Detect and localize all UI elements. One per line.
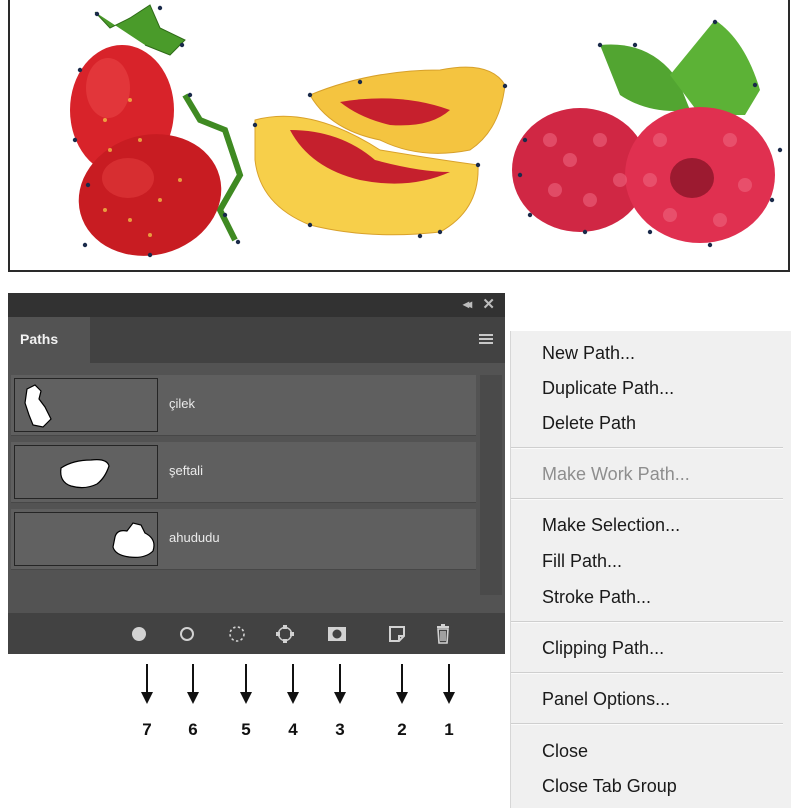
callout-number: 1 xyxy=(444,720,454,739)
menu-divider xyxy=(511,723,783,725)
menu-item-duplicate-path[interactable]: Duplicate Path... xyxy=(542,378,674,399)
callout-number: 5 xyxy=(241,720,251,739)
path-thumbnail xyxy=(14,445,158,499)
path-thumbnail xyxy=(14,512,158,566)
scrollbar[interactable] xyxy=(480,375,502,595)
menu-item-close-tab-group[interactable]: Close Tab Group xyxy=(542,776,677,797)
menu-divider xyxy=(511,498,783,500)
path-name: ahududu xyxy=(169,530,220,545)
paths-panel: ◂◂ ✕ Paths çilek şeftali ahududu xyxy=(8,293,505,654)
panel-tab-row: Paths xyxy=(8,317,505,363)
path-name: şeftali xyxy=(169,463,203,478)
close-icon[interactable]: ✕ xyxy=(482,295,495,313)
callout-number: 6 xyxy=(188,720,198,739)
menu-divider xyxy=(511,621,783,623)
arrow-down-icon xyxy=(240,664,252,704)
callout-number: 2 xyxy=(397,720,407,739)
collapse-icon[interactable]: ◂◂ xyxy=(463,297,472,311)
strawberry-image xyxy=(70,4,244,258)
path-row-cilek[interactable]: çilek xyxy=(11,375,476,436)
fruit-image xyxy=(8,0,790,272)
menu-item-panel-options[interactable]: Panel Options... xyxy=(542,689,670,710)
path-row-seftali[interactable]: şeftali xyxy=(11,442,476,503)
callout-number: 3 xyxy=(335,720,345,739)
paths-flyout-menu: New Path... Duplicate Path... Delete Pat… xyxy=(510,331,791,808)
menu-divider xyxy=(511,447,783,449)
arrow-down-icon xyxy=(141,664,153,704)
arrow-down-icon xyxy=(443,664,455,704)
raspberry-image xyxy=(512,19,783,248)
menu-item-new-path[interactable]: New Path... xyxy=(542,343,635,364)
callout-number: 7 xyxy=(142,720,152,739)
path-thumbnail xyxy=(14,378,158,432)
path-name: çilek xyxy=(169,396,196,411)
load-path-as-selection-icon[interactable] xyxy=(226,623,248,645)
panel-bottom-toolbar xyxy=(8,613,505,654)
menu-item-make-selection[interactable]: Make Selection... xyxy=(542,515,680,536)
menu-divider xyxy=(511,672,783,674)
delete-path-icon[interactable] xyxy=(432,623,454,645)
arrow-down-icon xyxy=(187,664,199,704)
tab-paths[interactable]: Paths xyxy=(8,317,90,363)
menu-item-close[interactable]: Close xyxy=(542,741,588,762)
menu-item-fill-path[interactable]: Fill Path... xyxy=(542,551,622,572)
arrow-down-icon xyxy=(396,664,408,704)
make-work-path-icon[interactable] xyxy=(274,623,296,645)
arrow-down-icon xyxy=(334,664,346,704)
fill-path-icon[interactable] xyxy=(128,623,150,645)
menu-item-clipping-path[interactable]: Clipping Path... xyxy=(542,638,664,659)
add-mask-icon[interactable] xyxy=(326,623,348,645)
path-row-ahududu[interactable]: ahududu xyxy=(11,509,476,570)
menu-item-stroke-path[interactable]: Stroke Path... xyxy=(542,587,651,608)
peach-image xyxy=(252,66,508,239)
menu-item-delete-path[interactable]: Delete Path xyxy=(542,413,636,434)
menu-item-make-work-path[interactable]: Make Work Path... xyxy=(542,464,690,485)
callout-number: 4 xyxy=(288,720,298,739)
create-new-path-icon[interactable] xyxy=(386,623,408,645)
panel-titlebar: ◂◂ ✕ xyxy=(8,293,505,317)
stroke-path-icon[interactable] xyxy=(176,623,198,645)
panel-menu-icon[interactable] xyxy=(479,334,493,345)
arrow-down-icon xyxy=(287,664,299,704)
